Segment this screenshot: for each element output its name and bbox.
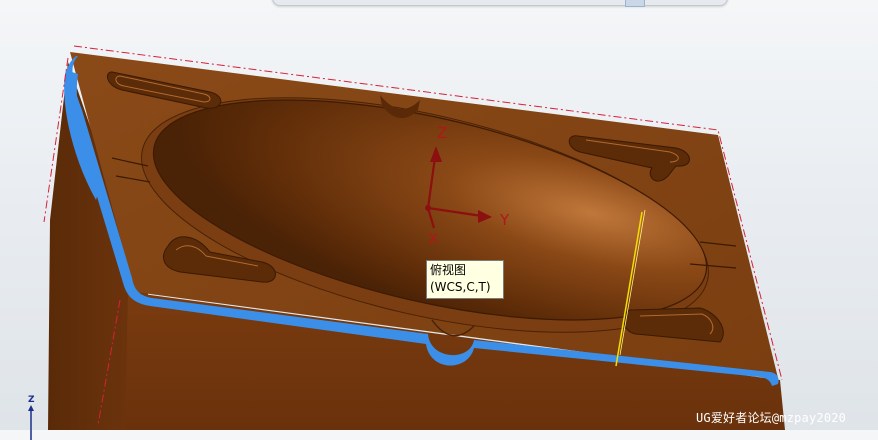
mold-model[interactable]: Z Y X <box>0 0 878 430</box>
view-tooltip: 俯视图 (WCS,C,T) <box>426 260 504 299</box>
graphics-viewport[interactable]: Z Y X 俯视图 (WCS,C,T) Z UG爱好者论坛@mzpay2020 <box>0 0 878 440</box>
tooltip-view-orient: (WCS,C,T) <box>430 280 491 294</box>
axis-label-y: Y <box>499 211 510 229</box>
mini-triad-z-label: Z <box>28 395 35 405</box>
tooltip-view-name: 俯视图 <box>430 263 467 277</box>
forum-watermark: UG爱好者论坛@mzpay2020 <box>696 411 847 425</box>
axis-label-x: X <box>428 230 438 248</box>
axis-label-z: Z <box>437 124 447 142</box>
